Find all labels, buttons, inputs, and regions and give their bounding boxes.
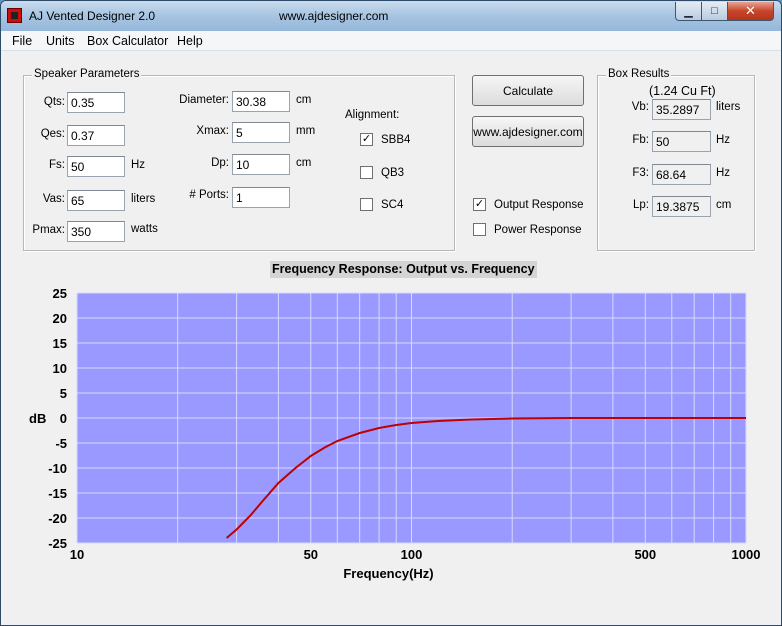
qes-label: Qes: bbox=[40, 128, 65, 140]
alignment-label: Alignment: bbox=[345, 109, 400, 121]
vb-output: 35.2897 bbox=[652, 99, 711, 120]
y-tick-label: 25 bbox=[53, 286, 67, 301]
x-tick-label: 10 bbox=[70, 547, 84, 562]
x-tick-label: 1000 bbox=[732, 547, 761, 562]
dp-unit: cm bbox=[296, 157, 312, 169]
diameter-unit: cm bbox=[296, 94, 312, 106]
maximize-button[interactable]: □ bbox=[701, 2, 728, 21]
qes-input[interactable]: 0.37 bbox=[67, 125, 125, 146]
app-logo-icon bbox=[7, 8, 22, 23]
f3-label: F3: bbox=[632, 167, 649, 179]
output-response-checkbox[interactable]: ✓ Output Response bbox=[473, 198, 584, 211]
checkbox-box bbox=[360, 198, 373, 211]
fs-label: Fs: bbox=[49, 159, 65, 171]
fs-unit: Hz bbox=[131, 159, 146, 171]
vas-unit: liters bbox=[131, 193, 156, 205]
alignment-sbb4-label: SBB4 bbox=[381, 133, 411, 146]
y-tick-label: 15 bbox=[53, 336, 67, 351]
checkbox-box: ✓ bbox=[473, 198, 486, 211]
pmax-input[interactable]: 350 bbox=[67, 221, 125, 242]
y-axis-label: dB bbox=[29, 411, 46, 426]
power-response-checkbox[interactable]: Power Response bbox=[473, 223, 582, 236]
speaker-parameters-legend: Speaker Parameters bbox=[32, 68, 142, 80]
diameter-label: Diameter: bbox=[179, 94, 229, 106]
dp-input[interactable]: 10 bbox=[232, 154, 290, 175]
dp-label: Dp: bbox=[211, 157, 229, 169]
y-tick-label: 5 bbox=[60, 386, 67, 401]
alignment-qb3-checkbox[interactable]: QB3 bbox=[360, 166, 404, 179]
power-response-label: Power Response bbox=[494, 223, 582, 236]
chart-title: Frequency Response: Output vs. Frequency bbox=[270, 261, 537, 278]
title-bar[interactable]: AJ Vented Designer 2.0 www.ajdesigner.co… bbox=[1, 1, 781, 31]
lp-label: Lp: bbox=[633, 199, 649, 211]
title-url-caption: www.ajdesigner.com bbox=[279, 9, 389, 23]
qts-label: Qts: bbox=[43, 96, 65, 108]
y-tick-label: -10 bbox=[48, 461, 67, 476]
y-tick-label: 20 bbox=[53, 311, 67, 326]
y-tick-label: -20 bbox=[48, 511, 67, 526]
fb-unit: Hz bbox=[716, 134, 731, 146]
box-volume-cuft: (1.24 Cu Ft) bbox=[649, 84, 716, 98]
vb-label: Vb: bbox=[631, 101, 649, 113]
lp-output: 19.3875 bbox=[652, 196, 711, 217]
y-tick-label: -25 bbox=[48, 536, 67, 551]
ports-label: # Ports: bbox=[189, 189, 229, 201]
alignment-qb3-label: QB3 bbox=[381, 166, 405, 179]
minimize-button[interactable]: ▁ bbox=[675, 2, 702, 21]
vas-label: Vas: bbox=[42, 193, 65, 205]
xmax-input[interactable]: 5 bbox=[232, 122, 290, 143]
ports-input[interactable]: 1 bbox=[232, 187, 290, 208]
fb-output: 50 bbox=[652, 131, 711, 152]
menu-help[interactable]: Help bbox=[177, 34, 203, 48]
app-window: AJ Vented Designer 2.0 www.ajdesigner.co… bbox=[0, 0, 782, 626]
box-results-legend: Box Results bbox=[606, 68, 672, 80]
fs-input[interactable]: 50 bbox=[67, 156, 125, 177]
diameter-input[interactable]: 30.38 bbox=[232, 91, 290, 112]
x-tick-label: 100 bbox=[401, 547, 423, 562]
x-axis-label: Frequency(Hz) bbox=[343, 566, 433, 581]
alignment-sc4-checkbox[interactable]: SC4 bbox=[360, 198, 403, 211]
frequency-response-chart: 2520151050-5-10-15-20-2510 50 100 500 1000dB… bbox=[29, 286, 761, 581]
x-tick-label: 500 bbox=[634, 547, 656, 562]
website-button[interactable]: www.ajdesigner.com bbox=[472, 116, 584, 147]
y-tick-label: 0 bbox=[60, 411, 67, 426]
checkbox-box bbox=[360, 166, 373, 179]
close-button[interactable]: ✕ bbox=[727, 2, 774, 21]
y-tick-label: -5 bbox=[55, 436, 67, 451]
qts-input[interactable]: 0.35 bbox=[67, 92, 125, 113]
menu-units[interactable]: Units bbox=[46, 34, 74, 48]
pmax-unit: watts bbox=[131, 223, 158, 235]
alignment-sc4-label: SC4 bbox=[381, 198, 404, 211]
menu-file[interactable]: File bbox=[12, 34, 32, 48]
vb-unit: liters bbox=[716, 101, 741, 113]
checkbox-box: ✓ bbox=[360, 133, 373, 146]
y-tick-label: 10 bbox=[53, 361, 67, 376]
y-tick-label: -15 bbox=[48, 486, 67, 501]
f3-output: 68.64 bbox=[652, 164, 711, 185]
window-title: AJ Vented Designer 2.0 bbox=[29, 9, 156, 23]
x-tick-label: 50 bbox=[304, 547, 318, 562]
xmax-unit: mm bbox=[296, 125, 316, 137]
calculate-button[interactable]: Calculate bbox=[472, 75, 584, 106]
checkbox-box bbox=[473, 223, 486, 236]
lp-unit: cm bbox=[716, 199, 732, 211]
menu-bar: File Units Box Calculator Help bbox=[1, 31, 781, 51]
pmax-label: Pmax: bbox=[32, 224, 65, 236]
xmax-label: Xmax: bbox=[196, 125, 229, 137]
vas-input[interactable]: 65 bbox=[67, 190, 125, 211]
menu-box-calculator[interactable]: Box Calculator bbox=[87, 34, 168, 48]
output-response-label: Output Response bbox=[494, 198, 584, 211]
fb-label: Fb: bbox=[632, 134, 649, 146]
f3-unit: Hz bbox=[716, 167, 731, 179]
alignment-sbb4-checkbox[interactable]: ✓ SBB4 bbox=[360, 133, 410, 146]
